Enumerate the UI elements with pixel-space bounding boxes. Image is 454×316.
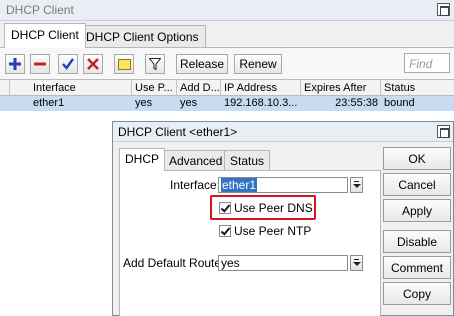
header-spacer <box>0 80 10 96</box>
plus-icon <box>9 58 21 70</box>
disable-button[interactable]: Disable <box>383 230 451 253</box>
find-input[interactable]: Find <box>404 53 450 73</box>
filter-icon <box>149 58 161 70</box>
column-use-peer[interactable]: Use P... <box>132 80 177 96</box>
column-status[interactable]: Status <box>381 80 454 96</box>
use-peer-ntp-label[interactable]: Use Peer NTP <box>234 224 311 238</box>
cell-expires-after: 23:55:38 <box>335 97 378 109</box>
disable-button[interactable] <box>83 54 103 74</box>
add-default-route-select[interactable]: yes <box>218 255 348 271</box>
cell-use-peer: yes <box>135 97 153 109</box>
toolbar: Release Renew Find <box>0 48 454 79</box>
tab-advanced[interactable]: Advanced <box>163 150 229 171</box>
release-button[interactable]: Release <box>176 54 228 74</box>
tab-dhcp[interactable]: DHCP <box>119 148 166 171</box>
maximize-icon[interactable] <box>437 125 450 138</box>
tab-status[interactable]: Status <box>224 150 271 171</box>
cross-icon <box>87 58 99 70</box>
remove-button[interactable] <box>30 54 50 74</box>
highlight-box <box>210 195 316 220</box>
apply-button[interactable]: Apply <box>383 199 451 222</box>
cell-ip-address: 192.168.10.3... <box>224 97 298 109</box>
comment-button[interactable]: Comment <box>383 256 451 279</box>
add-button[interactable] <box>5 54 25 74</box>
cell-add-default: yes <box>180 97 198 109</box>
tab-dhcp-client-options[interactable]: DHCP Client Options <box>79 25 206 48</box>
column-interface[interactable]: Interface <box>30 80 132 96</box>
tab-dhcp-client[interactable]: DHCP Client <box>4 23 86 48</box>
table-header: Interface Use P... Add D... IP Address E… <box>0 80 454 96</box>
dialog-title: DHCP Client <ether1> <box>118 125 238 139</box>
window-tabs: DHCP Client DHCP Client Options <box>0 21 454 48</box>
cancel-button[interactable]: Cancel <box>383 173 451 196</box>
minus-icon <box>34 62 46 66</box>
enable-button[interactable] <box>58 54 78 74</box>
comment-button[interactable] <box>114 54 134 74</box>
check-icon <box>62 58 74 70</box>
window-title: DHCP Client <box>6 3 74 17</box>
column-ip-address[interactable]: IP Address <box>221 80 301 96</box>
note-icon <box>117 58 131 70</box>
interface-label: Interface: <box>170 178 221 192</box>
window-titlebar: DHCP Client <box>0 0 454 21</box>
use-peer-ntp-checkbox[interactable] <box>219 225 231 237</box>
dialog-titlebar: DHCP Client <ether1> <box>113 122 453 142</box>
chevron-down-icon[interactable] <box>350 177 363 193</box>
cell-status: bound <box>384 97 415 109</box>
add-default-route-label: Add Default Route: <box>123 256 225 270</box>
ok-button[interactable]: OK <box>383 147 451 170</box>
table-row[interactable]: ether1 yes yes 192.168.10.3... 23:55:38 … <box>0 96 454 111</box>
interface-value: ether1 <box>221 178 258 192</box>
cell-interface: ether1 <box>33 97 65 109</box>
copy-button[interactable]: Copy <box>383 282 451 305</box>
chevron-down-icon[interactable] <box>350 255 363 271</box>
renew-button[interactable]: Renew <box>234 54 282 74</box>
filter-button[interactable] <box>145 54 165 74</box>
column-add-default[interactable]: Add D... <box>177 80 221 96</box>
column-expires-after[interactable]: Expires After <box>301 80 381 96</box>
interface-select[interactable]: ether1 <box>218 177 348 193</box>
maximize-icon[interactable] <box>437 3 450 16</box>
